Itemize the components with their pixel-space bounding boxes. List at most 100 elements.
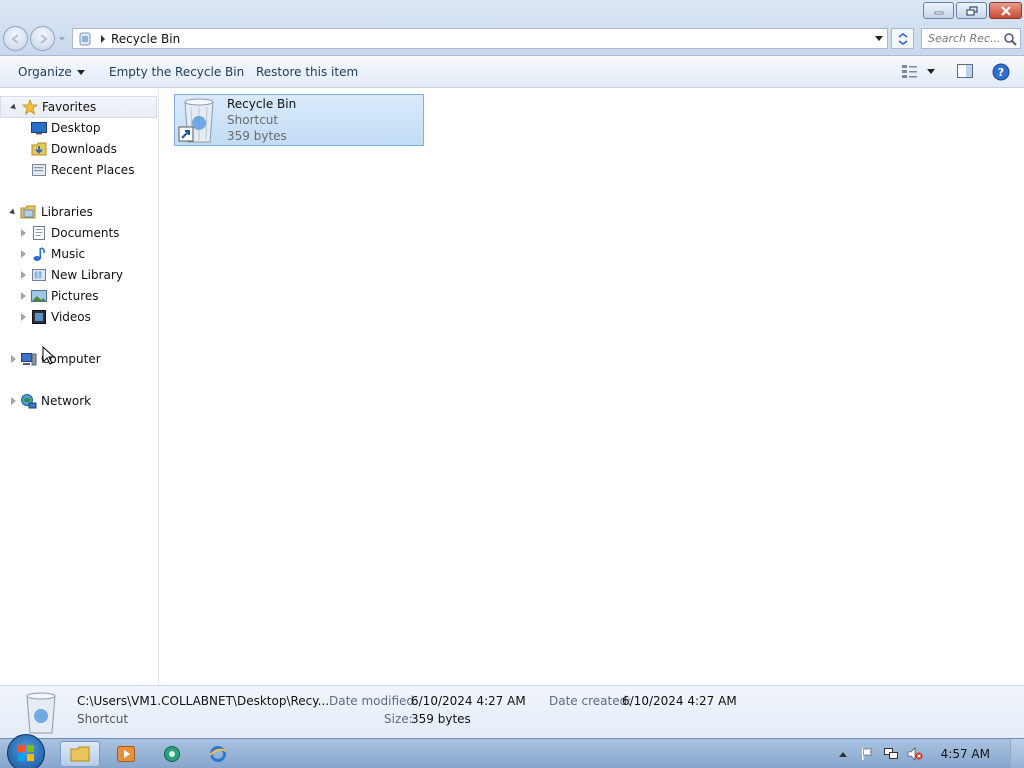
taskbar-clock[interactable]: 4:57 AM (941, 747, 990, 761)
nav-favorites-label: Favorites (42, 100, 97, 114)
network-icon (20, 393, 37, 409)
nav-item-label: New Library (51, 268, 123, 282)
size-label: Size: (384, 712, 413, 726)
nav-item-videos[interactable]: Videos (18, 307, 91, 327)
details-pane: C:\Users\VM1.COLLABNET\Desktop\Recy... S… (0, 685, 1024, 738)
empty-recycle-bin-button[interactable]: Empty the Recycle Bin (109, 65, 244, 79)
computer-icon (20, 351, 37, 367)
taskbar-media-player-button[interactable] (106, 741, 146, 767)
organize-label: Organize (18, 65, 72, 79)
network-status-icon[interactable] (883, 746, 899, 762)
file-item-recycle-bin[interactable]: Recycle Bin Shortcut 359 bytes (174, 94, 424, 146)
music-note-icon (30, 246, 47, 262)
star-icon (21, 99, 38, 115)
nav-item-label: Recent Places (51, 163, 135, 177)
nav-item-new-library[interactable]: New Library (18, 265, 123, 285)
nav-item-music[interactable]: Music (18, 244, 85, 264)
recent-pages-dropdown[interactable] (57, 26, 67, 51)
desktop-icon (30, 120, 47, 136)
command-bar: Organize Empty the Recycle Bin Restore t… (0, 57, 1024, 88)
svg-text:?: ? (998, 66, 1004, 79)
restore-icon (965, 5, 978, 16)
expand-arrow-icon[interactable] (18, 228, 28, 238)
nav-network[interactable]: Network (8, 391, 91, 411)
show-desktop-button[interactable] (1010, 739, 1024, 768)
back-arrow-icon (10, 33, 19, 44)
back-button[interactable] (3, 26, 28, 51)
nav-item-desktop[interactable]: Desktop (30, 118, 101, 138)
nav-item-pictures[interactable]: Pictures (18, 286, 99, 306)
show-hidden-icons-icon[interactable] (835, 746, 851, 762)
expand-arrow-icon[interactable] (18, 291, 28, 301)
collapse-arrow-icon[interactable] (9, 102, 19, 112)
preview-pane-icon (957, 64, 973, 78)
search-box[interactable] (921, 28, 1021, 49)
recycle-bin-icon (175, 95, 227, 145)
mouse-pointer-icon (42, 346, 56, 365)
collapse-arrow-icon[interactable] (8, 207, 18, 217)
navigation-buttons (3, 26, 67, 51)
minimize-button[interactable] (923, 2, 954, 19)
address-bar[interactable]: Recycle Bin (72, 28, 888, 49)
search-icon[interactable] (1003, 32, 1017, 46)
view-options-icon (902, 65, 917, 78)
forward-arrow-icon (39, 33, 48, 44)
action-center-flag-icon[interactable] (859, 746, 875, 762)
volume-muted-icon[interactable] (907, 746, 923, 762)
documents-icon (30, 225, 47, 241)
restore-button[interactable] (956, 2, 987, 19)
nav-item-label: Documents (51, 226, 120, 240)
file-list[interactable]: Recycle Bin Shortcut 359 bytes (160, 89, 1024, 685)
expand-arrow-icon[interactable] (8, 354, 18, 364)
taskbar-internet-explorer-button[interactable] (198, 741, 238, 767)
nav-item-documents[interactable]: Documents (18, 223, 119, 243)
nav-libraries[interactable]: Libraries (8, 202, 93, 222)
preview-pane-button[interactable] (956, 63, 974, 79)
refresh-button[interactable] (891, 28, 914, 49)
nav-item-recent-places[interactable]: Recent Places (30, 160, 134, 180)
nav-item-label: Desktop (51, 121, 101, 135)
expand-arrow-icon[interactable] (18, 312, 28, 322)
change-view-button[interactable] (901, 63, 935, 79)
nav-item-label: Downloads (51, 142, 117, 156)
folder-icon (70, 746, 90, 762)
details-type: Shortcut (77, 712, 129, 726)
date-modified-label: Date modified: (329, 694, 419, 708)
help-icon: ? (992, 63, 1010, 81)
taskbar: 4:57 AM (0, 734, 1024, 768)
nav-libraries-label: Libraries (41, 205, 93, 219)
libraries-icon (20, 204, 37, 220)
organize-menu-button[interactable]: Organize (18, 65, 85, 79)
recycle-bin-location-icon (79, 32, 91, 45)
start-button[interactable] (7, 734, 45, 768)
file-name: Recycle Bin (227, 97, 297, 111)
chevron-down-icon (76, 70, 85, 75)
expand-arrow-icon[interactable] (18, 270, 28, 280)
close-button[interactable] (989, 2, 1022, 19)
windows-logo-icon (18, 745, 34, 761)
breadcrumb-recycle-bin[interactable]: Recycle Bin (111, 32, 180, 46)
nav-item-downloads[interactable]: Downloads (30, 139, 117, 159)
taskbar-explorer-button[interactable] (60, 741, 100, 767)
window-controls (923, 2, 1022, 19)
expand-arrow-icon[interactable] (18, 249, 28, 259)
help-button[interactable]: ? (992, 63, 1010, 81)
nav-favorites[interactable]: Favorites (0, 96, 157, 118)
address-dropdown-icon[interactable] (875, 36, 883, 41)
recycle-bin-icon (26, 692, 56, 734)
details-path: C:\Users\VM1.COLLABNET\Desktop\Recy... (77, 694, 330, 708)
search-input[interactable] (928, 32, 1006, 45)
breadcrumb-separator-icon[interactable] (101, 34, 105, 43)
videos-icon (30, 309, 47, 325)
nav-network-label: Network (41, 394, 92, 408)
chevron-down-icon (59, 36, 65, 41)
restore-item-button[interactable]: Restore this item (256, 65, 358, 79)
expand-arrow-icon[interactable] (8, 396, 18, 406)
internet-explorer-icon (209, 746, 227, 762)
forward-button[interactable] (30, 26, 55, 51)
downloads-folder-icon (30, 141, 47, 157)
taskbar-app-button[interactable] (152, 741, 192, 767)
refresh-icon (898, 32, 907, 45)
file-item-texts: Recycle Bin Shortcut 359 bytes (227, 95, 296, 145)
size-value: 359 bytes (411, 712, 471, 726)
